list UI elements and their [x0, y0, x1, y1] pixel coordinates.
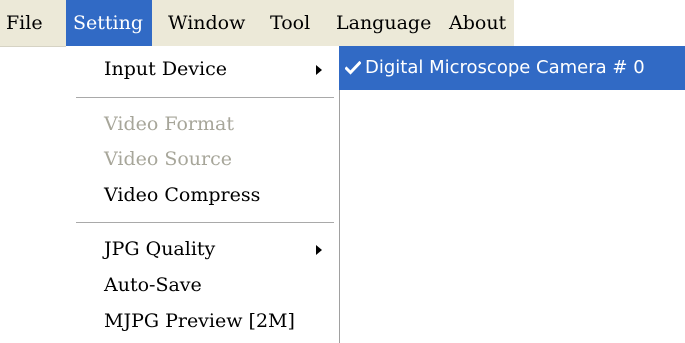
menu-file[interactable]: File — [6, 0, 46, 46]
menu-language-label: Language — [336, 12, 432, 34]
menu-bar: File Setting Window Tool Language About — [0, 0, 514, 47]
menu-setting[interactable]: Setting — [66, 0, 152, 46]
menu-item-video-format: Video Format — [66, 107, 339, 141]
chevron-right-icon — [316, 245, 322, 255]
menu-file-label: File — [6, 12, 43, 34]
setting-dropdown-menu: Input Device Video Format Video Source V… — [66, 46, 340, 343]
input-device-submenu: Digital Microscope Camera # 0 — [339, 46, 685, 90]
menu-item-label: MJPG Preview [2M] — [104, 310, 295, 332]
menu-separator — [76, 222, 334, 224]
menu-item-label: Video Source — [104, 148, 233, 170]
menu-setting-label: Setting — [73, 12, 144, 34]
menu-about[interactable]: About — [449, 0, 512, 46]
submenu-item-digital-microscope-camera[interactable]: Digital Microscope Camera # 0 — [339, 46, 685, 90]
menu-about-label: About — [449, 12, 507, 34]
menu-tool[interactable]: Tool — [270, 0, 325, 46]
menu-item-auto-save[interactable]: Auto-Save — [66, 268, 339, 302]
menu-item-video-source: Video Source — [66, 142, 339, 176]
chevron-right-icon — [316, 65, 322, 75]
submenu-item-label: Digital Microscope Camera # 0 — [365, 57, 645, 78]
menu-item-mjpg-preview[interactable]: MJPG Preview [2M] — [66, 304, 339, 338]
menu-item-video-compress[interactable]: Video Compress — [66, 178, 339, 212]
application-window: File Setting Window Tool Language About … — [0, 0, 685, 343]
menu-separator — [76, 97, 334, 99]
menu-item-label: Video Compress — [104, 184, 261, 206]
menu-item-jpg-quality[interactable]: JPG Quality — [66, 232, 339, 266]
menu-window-label: Window — [168, 12, 246, 34]
menu-item-input-device[interactable]: Input Device — [66, 52, 339, 86]
checkmark-icon — [345, 61, 361, 75]
menu-item-label: JPG Quality — [104, 238, 216, 260]
menu-tool-label: Tool — [270, 12, 311, 34]
menu-item-label: Auto-Save — [104, 274, 202, 296]
menu-item-label: Input Device — [104, 58, 227, 80]
menu-language[interactable]: Language — [336, 0, 432, 46]
menu-window[interactable]: Window — [168, 0, 250, 46]
menu-item-label: Video Format — [104, 113, 234, 135]
